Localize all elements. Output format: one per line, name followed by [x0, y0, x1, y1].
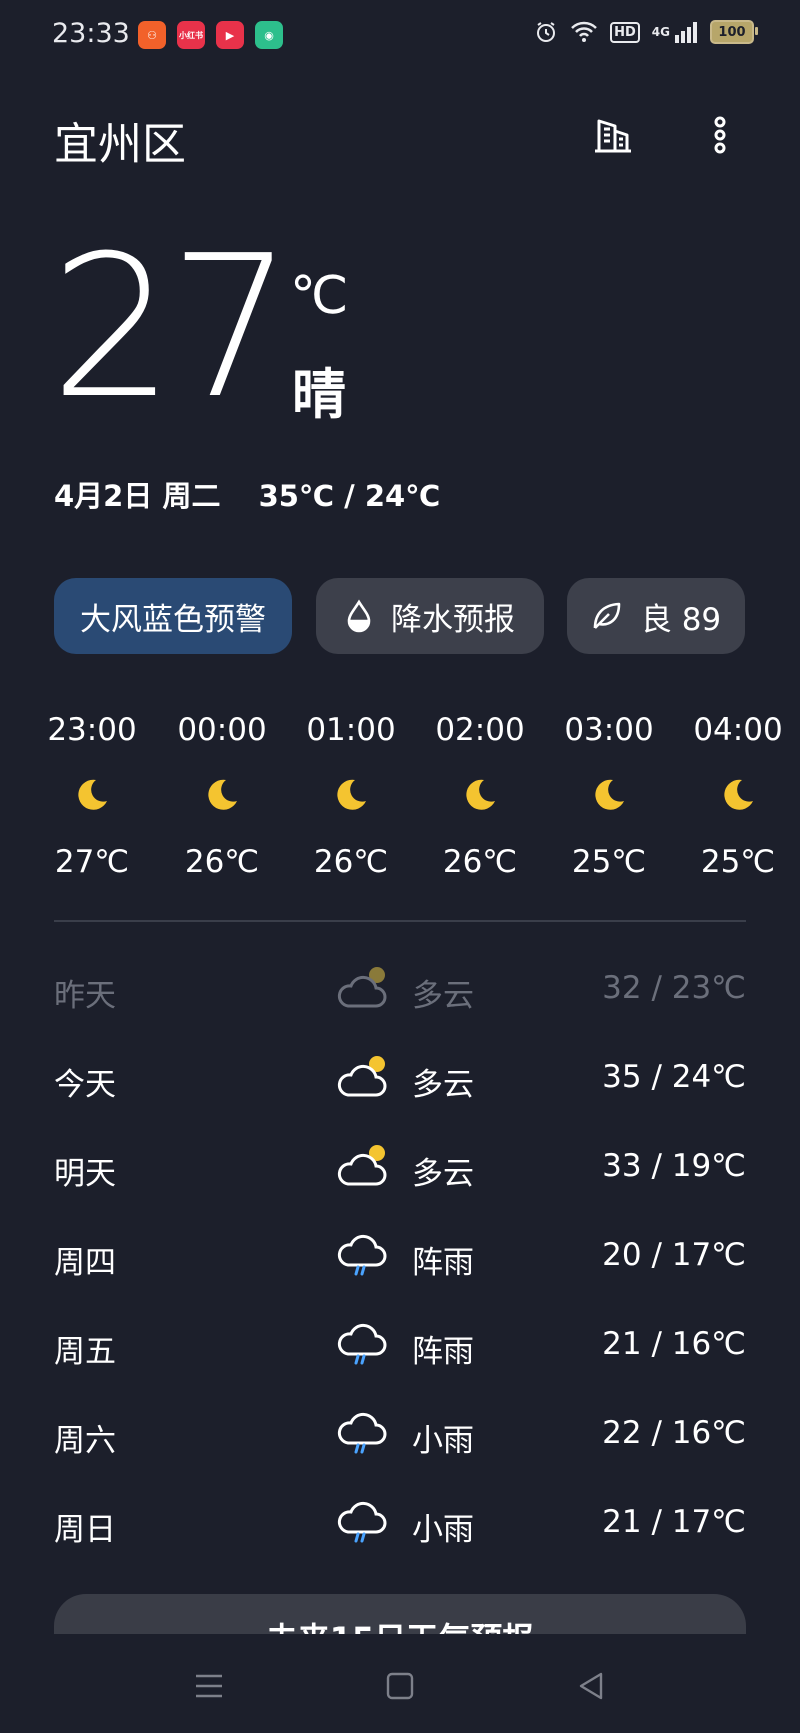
- status-bar: 23:33 ⚇ 小红书 ▶ ◉ HD 4G 100: [0, 0, 800, 72]
- partly-cloudy-night-icon: [334, 962, 390, 1012]
- precipitation-chip[interactable]: 降水预报: [316, 578, 544, 654]
- day-condition: 多云: [412, 1067, 474, 1103]
- hd-icon: HD: [610, 21, 640, 43]
- daily-row-saturday[interactable]: 周六 小雨 22 / 16℃: [54, 1405, 746, 1465]
- navigation-bar: [0, 1634, 800, 1733]
- hour-time: 02:00: [435, 712, 525, 748]
- home-nav-button[interactable]: [380, 1666, 420, 1706]
- current-condition: 晴: [292, 363, 346, 426]
- current-temperature: 27: [50, 214, 293, 442]
- battery-indicator: 100: [710, 20, 758, 44]
- rain-icon: [334, 1407, 390, 1457]
- temperature-unit: ℃: [290, 266, 349, 326]
- hourly-item: 04:00 25℃: [678, 712, 798, 880]
- current-date: 4月2日 周二: [54, 479, 221, 513]
- day-range: 33 / 19℃: [602, 1148, 746, 1184]
- precipitation-label: 降水预报: [391, 601, 515, 638]
- section-divider: [54, 920, 746, 922]
- back-nav-button[interactable]: [571, 1666, 611, 1706]
- wifi-icon: [571, 21, 598, 42]
- daily-row-sunday[interactable]: 周日 小雨 21 / 17℃: [54, 1494, 746, 1554]
- signal-icon: [675, 22, 697, 43]
- hour-temp: 25℃: [571, 844, 647, 880]
- hour-temp: 26℃: [313, 844, 389, 880]
- hour-temp: 26℃: [184, 844, 260, 880]
- day-condition: 小雨: [412, 1423, 474, 1459]
- moon-icon: [162, 776, 282, 816]
- today-range: 35℃ / 24℃: [258, 479, 441, 513]
- day-range: 21 / 16℃: [602, 1326, 746, 1362]
- rain-icon: [334, 1229, 390, 1279]
- hour-time: 00:00: [177, 712, 267, 748]
- rain-icon: [334, 1318, 390, 1368]
- day-condition: 多云: [412, 978, 474, 1014]
- day-range: 21 / 17℃: [602, 1504, 746, 1540]
- back-triangle-icon: [579, 1672, 603, 1700]
- daily-row-thursday[interactable]: 周四 阵雨 20 / 17℃: [54, 1227, 746, 1287]
- day-condition: 阵雨: [412, 1245, 474, 1281]
- rain-icon: [334, 1496, 390, 1546]
- day-condition: 多云: [412, 1156, 474, 1192]
- hourly-item: 01:00 26℃: [291, 712, 411, 880]
- day-range: 20 / 17℃: [602, 1237, 746, 1273]
- partly-cloudy-night-icon: [334, 1140, 390, 1190]
- more-options-icon[interactable]: [697, 112, 743, 158]
- day-name: 周日: [54, 1512, 116, 1548]
- moon-icon: [291, 776, 411, 816]
- hourly-item: 02:00 26℃: [420, 712, 540, 880]
- day-name: 周六: [54, 1423, 116, 1459]
- chat-app-icon: ◉: [255, 21, 283, 49]
- alarm-icon: [537, 22, 556, 42]
- day-range: 22 / 16℃: [602, 1415, 746, 1451]
- hour-time: 03:00: [564, 712, 654, 748]
- hourly-item: 03:00 25℃: [549, 712, 669, 880]
- kuaishou-app-icon: ⚇: [138, 21, 166, 49]
- partly-cloudy-night-icon: [334, 1051, 390, 1101]
- menu-icon: [196, 1674, 222, 1698]
- daily-row-tomorrow[interactable]: 明天 多云 33 / 19℃: [54, 1138, 746, 1198]
- day-name: 昨天: [54, 978, 116, 1014]
- day-name: 周四: [54, 1245, 116, 1281]
- weather-alert-chip[interactable]: 大风蓝色预警: [54, 578, 292, 654]
- daily-row-friday[interactable]: 周五 阵雨 21 / 16℃: [54, 1316, 746, 1376]
- weather-alert-label: 大风蓝色预警: [80, 601, 266, 638]
- hourly-item: 23:00 27℃: [32, 712, 152, 880]
- day-name: 明天: [54, 1156, 116, 1192]
- day-name: 周五: [54, 1334, 116, 1370]
- hour-time: 23:00: [47, 712, 137, 748]
- hour-time: 01:00: [306, 712, 396, 748]
- network-type: 4G: [651, 25, 670, 39]
- hourly-item: 00:00 26℃: [162, 712, 282, 880]
- water-drop-icon: [345, 599, 373, 633]
- hour-temp: 25℃: [700, 844, 776, 880]
- daily-row-today[interactable]: 今天 多云 35 / 24℃: [54, 1049, 746, 1109]
- status-time: 23:33: [52, 18, 130, 49]
- day-range: 32 / 23℃: [602, 970, 746, 1006]
- hour-temp: 27℃: [54, 844, 130, 880]
- hour-temp: 26℃: [442, 844, 518, 880]
- air-quality-chip[interactable]: 良 89: [567, 578, 745, 654]
- home-square-icon: [386, 1672, 414, 1700]
- day-range: 35 / 24℃: [602, 1059, 746, 1095]
- moon-icon: [420, 776, 540, 816]
- leaf-icon: [591, 600, 623, 632]
- city-management-icon[interactable]: [590, 112, 636, 158]
- hour-time: 04:00: [693, 712, 783, 748]
- city-name[interactable]: 宜州区: [54, 108, 186, 172]
- system-icons: HD 4G 100: [534, 20, 758, 44]
- menu-nav-button[interactable]: [189, 1666, 229, 1706]
- moon-icon: [678, 776, 798, 816]
- day-condition: 阵雨: [412, 1334, 474, 1370]
- day-name: 今天: [54, 1067, 116, 1103]
- date-line: 4月2日 周二 35℃ / 24℃: [54, 473, 468, 515]
- video-app-icon: ▶: [216, 21, 244, 49]
- air-quality-label: 良 89: [640, 601, 722, 638]
- day-condition: 小雨: [412, 1512, 474, 1548]
- moon-icon: [549, 776, 669, 816]
- moon-icon: [32, 776, 152, 816]
- daily-row-yesterday[interactable]: 昨天 多云 32 / 23℃: [54, 960, 746, 1020]
- xiaohongshu-app-icon: 小红书: [177, 21, 205, 49]
